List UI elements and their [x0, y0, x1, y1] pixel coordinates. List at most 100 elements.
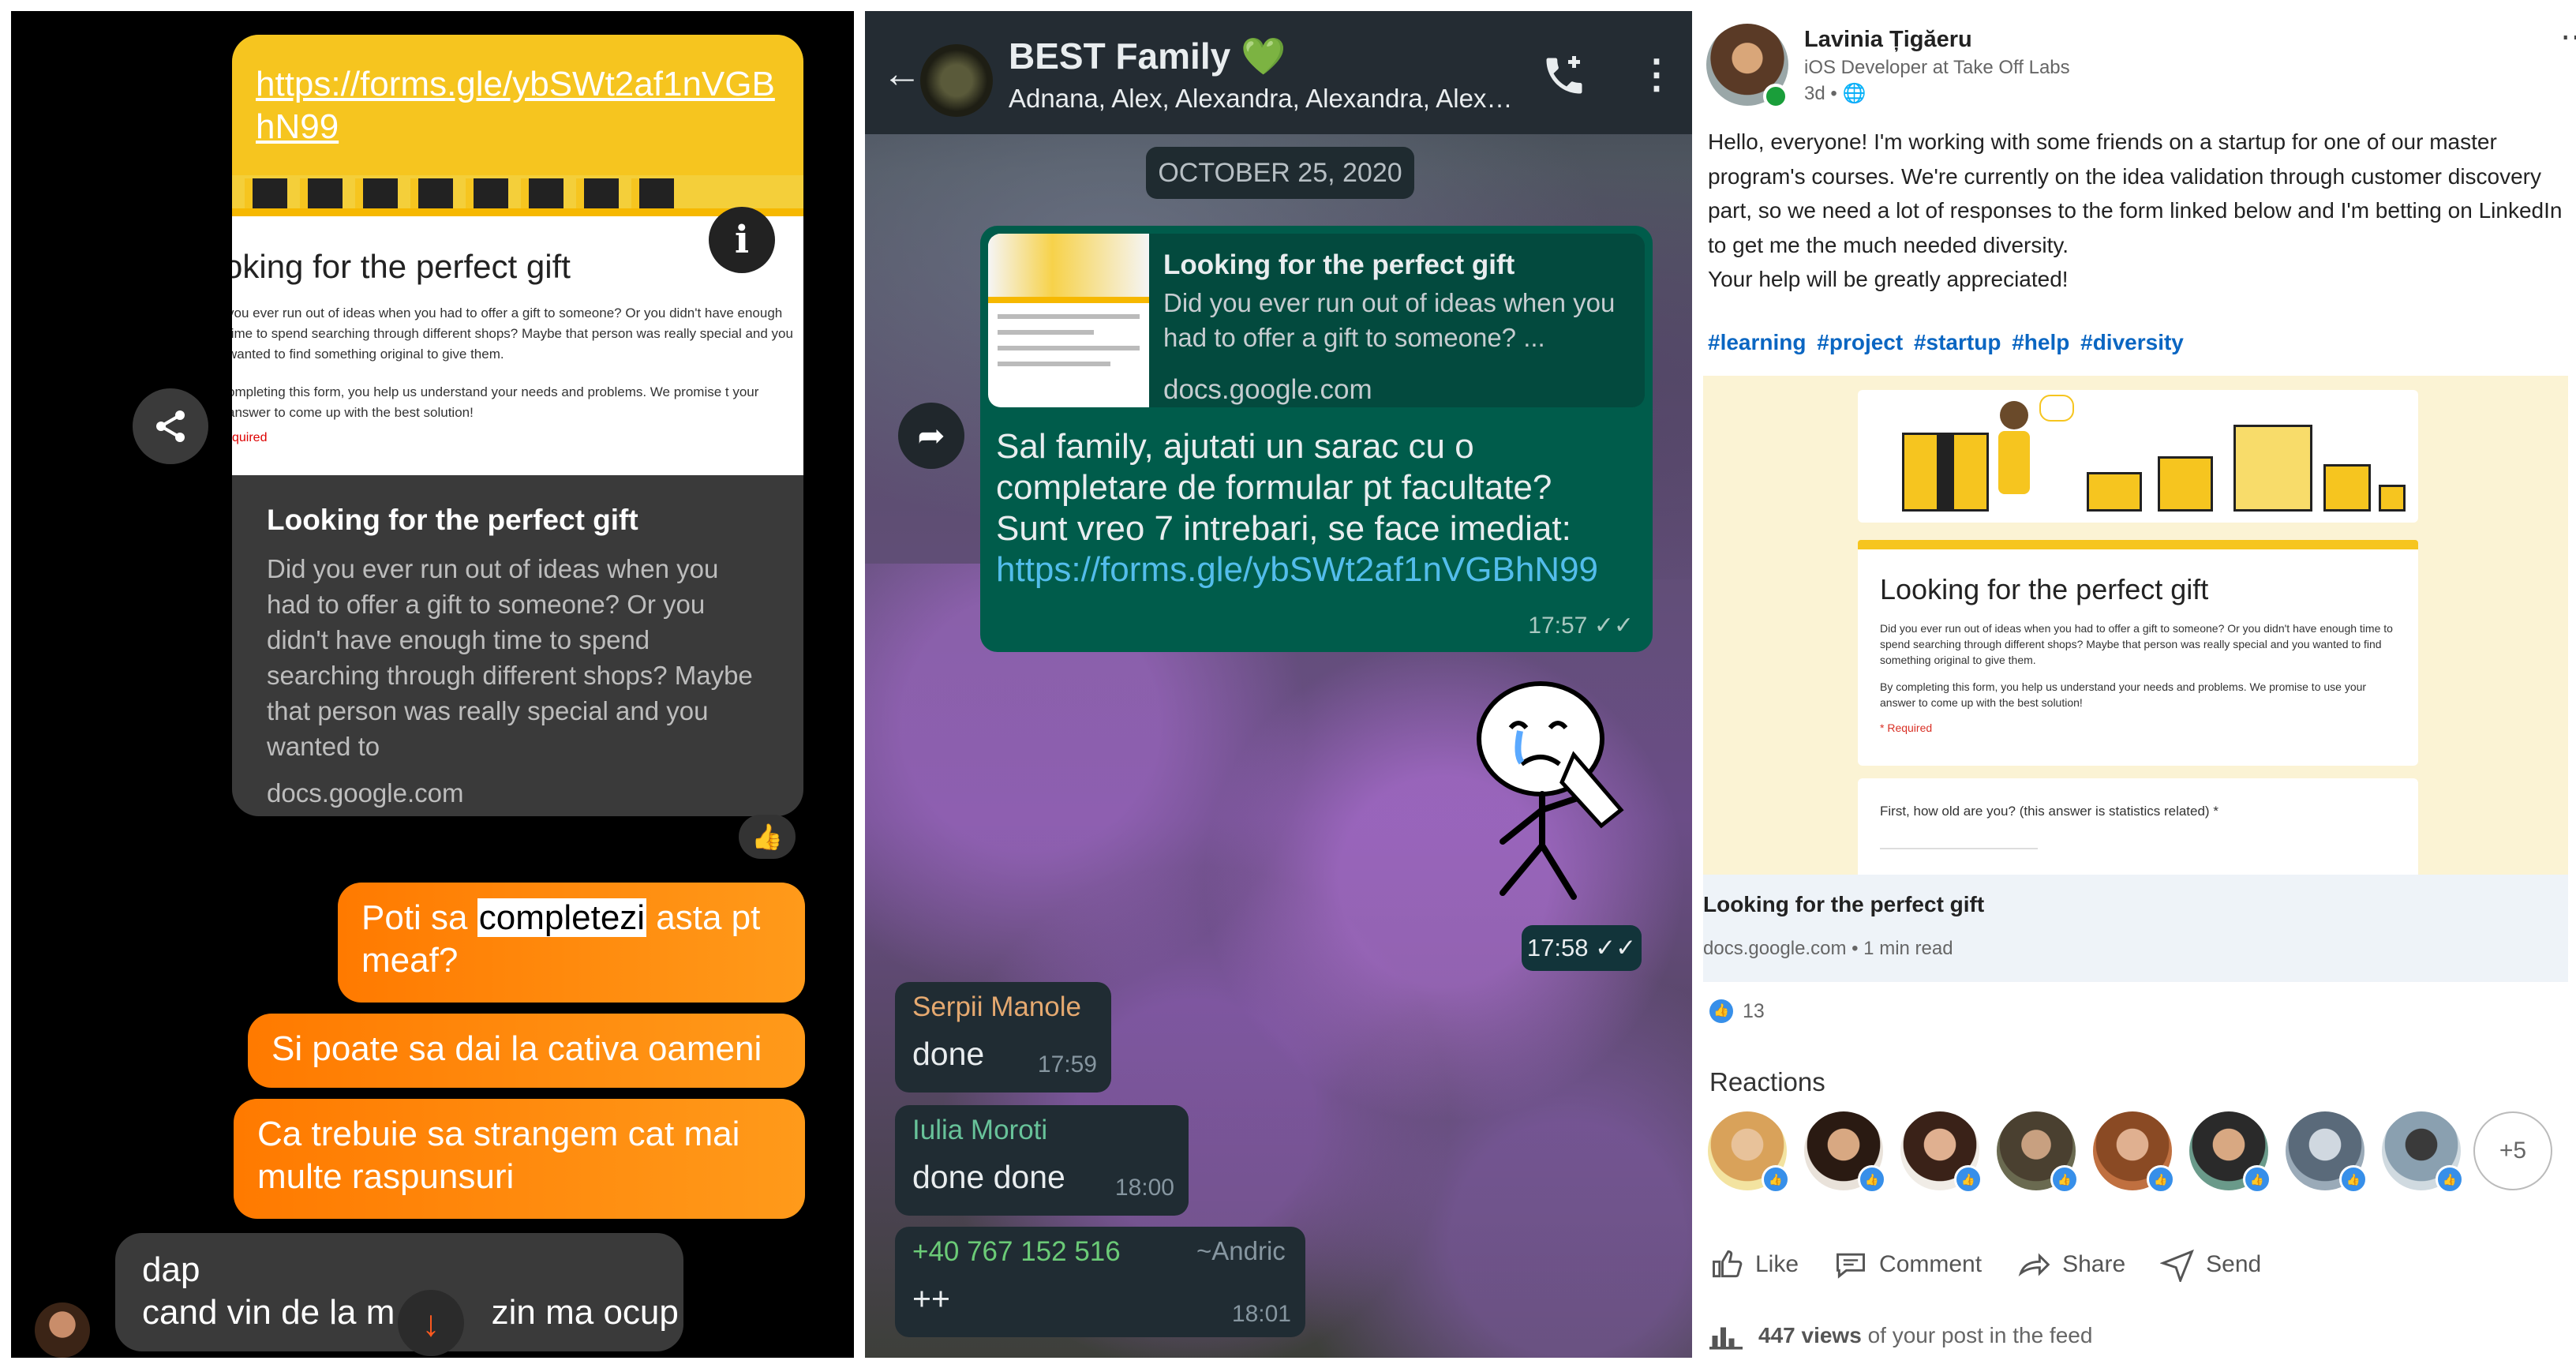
selected-word: completezi — [477, 898, 647, 937]
link-preview[interactable]: Looking for the perfect gift Did you eve… — [988, 234, 1645, 407]
crying-stickman-sticker[interactable] — [1455, 676, 1637, 905]
double-check-icon: ✓✓ — [1593, 613, 1634, 639]
group-avatar[interactable] — [920, 44, 993, 117]
info-icon[interactable]: i — [709, 207, 775, 273]
post-actions: Like Comment Share Send — [1709, 1247, 2570, 1282]
author-name[interactable]: Lavinia Țigăeru — [1804, 27, 1972, 53]
message-bubble[interactable]: Si poate sa dai la cativa oameni — [248, 1014, 805, 1088]
incoming-message[interactable]: +40 767 152 516 ~Andric ++ 18:01 — [895, 1227, 1305, 1337]
sender-alias: ~Andric — [1196, 1236, 1286, 1265]
link-title: Looking for the perfect gift — [1163, 249, 1515, 280]
like-reaction-icon: 👍 — [1709, 999, 1733, 1023]
add-call-icon[interactable] — [1541, 52, 1588, 99]
message-text: Sal family, ajutati un sarac cu o comple… — [996, 426, 1627, 590]
reactor-avatar[interactable]: 👍 — [1708, 1111, 1790, 1194]
post-views[interactable]: 447 views of your post in the feed — [1709, 1321, 2092, 1350]
message-bubble[interactable]: Ca trebuie sa strangem cat mai multe ras… — [234, 1099, 805, 1219]
link-header: https://forms.gle/ybSWt2af1nVGBhN99 — [232, 35, 803, 175]
link-description: Did you ever run out of ideas when you h… — [267, 554, 753, 761]
scroll-down-arrow-icon[interactable]: ↓ — [398, 1290, 464, 1356]
like-badge-icon: 👍 — [2050, 1165, 2079, 1194]
reactor-avatar[interactable]: 👍 — [2093, 1111, 2175, 1194]
reactor-avatar[interactable]: 👍 — [1804, 1111, 1886, 1194]
incoming-message[interactable]: Serpii Manole done 17:59 — [895, 982, 1111, 1093]
message-text: Si poate sa dai la cativa oameni — [271, 1029, 762, 1068]
link-title: Looking for the perfect gift — [1703, 892, 1985, 916]
green-heart-icon: 💚 — [1240, 36, 1286, 77]
reactions-heading: Reactions — [1709, 1067, 1825, 1096]
reaction-count[interactable]: 👍 13 — [1709, 999, 1765, 1023]
post-hashtags[interactable]: #learning #project #startup #help #diver… — [1708, 330, 2184, 355]
link-description: Did you ever run out of ideas when you h… — [1163, 288, 1616, 352]
reactor-avatar[interactable]: 👍 — [2382, 1111, 2464, 1194]
message-text: done done — [912, 1159, 1065, 1195]
whatsapp-panel: ← BEST Family 💚 Adnana, Alex, Alexandra,… — [865, 11, 1692, 1358]
chat-header: ← BEST Family 💚 Adnana, Alex, Alexandra,… — [865, 11, 1692, 134]
sender-name[interactable]: Serpii Manole — [912, 991, 1081, 1023]
form-link[interactable]: https://forms.gle/ybSWt2af1nVGBhN99 — [996, 549, 1627, 590]
like-badge-icon: 👍 — [2436, 1165, 2464, 1194]
sender-phone[interactable]: +40 767 152 516 — [912, 1236, 1121, 1268]
comment-icon — [1837, 1253, 1866, 1279]
post-time: 3d • 🌐 — [1804, 83, 1866, 104]
thumbs-up-reaction[interactable]: 👍 — [739, 815, 796, 859]
reactor-avatar[interactable]: 👍 — [1900, 1111, 1983, 1194]
message-time: 17:59 — [1037, 1051, 1097, 1078]
message-bubble[interactable]: Poti sa completezi asta pt meaf? — [338, 883, 805, 1003]
link-title: Looking for the perfect gift — [267, 504, 638, 536]
group-members: Adnana, Alex, Alexandra, Alexandra, Alex… — [1009, 84, 1514, 113]
comment-button[interactable]: Comment — [1833, 1247, 1982, 1282]
message-text: ++ — [912, 1280, 950, 1317]
avatar[interactable] — [35, 1302, 90, 1358]
message-time: 17:57 ✓✓ — [1528, 613, 1634, 639]
form-link[interactable]: https://forms.gle/ybSWt2af1nVGBhN99 — [256, 63, 780, 148]
like-button[interactable]: Like — [1709, 1247, 1799, 1282]
preview-form-desc-2: ompleting this form, you help us underst… — [232, 384, 759, 420]
link-preview-image[interactable]: Looking for the perfect gift Did you eve… — [1703, 376, 2568, 875]
more-options-icon[interactable]: ⋯ — [2560, 19, 2576, 55]
form-title: Looking for the perfect gift — [1880, 573, 2209, 605]
form-required: * Required — [1880, 721, 1933, 734]
forward-icon[interactable]: ➦ — [898, 403, 964, 469]
outgoing-message[interactable]: Looking for the perfect gift Did you eve… — [980, 226, 1653, 652]
author-headline: iOS Developer at Take Off Labs — [1804, 57, 2070, 78]
shared-link-card[interactable]: https://forms.gle/ybSWt2af1nVGBhN99 okin… — [232, 35, 803, 816]
reactor-avatar[interactable]: 👍 — [1997, 1111, 2079, 1194]
like-badge-icon: 👍 — [1858, 1165, 1886, 1194]
form-description: Did you ever run out of ideas when you h… — [1880, 622, 2393, 666]
message-time: 18:01 — [1231, 1301, 1291, 1327]
form-description-2: By completing this form, you help us und… — [1880, 680, 2367, 709]
more-options-icon[interactable]: ⋮ — [1637, 52, 1676, 96]
form-header-illustration — [1858, 390, 2418, 523]
send-icon — [2160, 1249, 2195, 1282]
analytics-icon — [1709, 1327, 1743, 1350]
reactor-avatar[interactable]: 👍 — [2286, 1111, 2368, 1194]
message-time: 18:00 — [1114, 1175, 1174, 1201]
send-button[interactable]: Send — [2160, 1247, 2261, 1282]
back-arrow-icon[interactable]: ← — [882, 54, 922, 93]
reactors-list: 👍 👍 👍 👍 👍 👍 👍 👍 +5 — [1708, 1111, 2573, 1198]
reactor-avatar[interactable]: 👍 — [2189, 1111, 2271, 1194]
preview-required: quired — [232, 431, 268, 444]
message-text: Ca trebuie sa strangem cat mai multe ras… — [257, 1115, 740, 1196]
like-badge-icon: 👍 — [1954, 1165, 1983, 1194]
incoming-message[interactable]: Iulia Moroti done done 18:00 — [895, 1105, 1189, 1216]
chat-title[interactable]: BEST Family 💚 — [1009, 35, 1286, 78]
share-button[interactable]: Share — [2016, 1247, 2125, 1282]
like-badge-icon: 👍 — [2147, 1165, 2175, 1194]
like-badge-icon: 👍 — [2243, 1165, 2271, 1194]
preview-form-desc: you ever run out of ideas when you had t… — [232, 305, 793, 362]
message-text: done — [912, 1036, 985, 1072]
link-preview-image: oking for the perfect gift you ever run … — [232, 175, 803, 475]
messenger-panel: https://forms.gle/ybSWt2af1nVGBhN99 okin… — [11, 11, 854, 1358]
form-title-card: Looking for the perfect gift Did you eve… — [1858, 549, 2418, 766]
link-source: docs.google.com • 1 min read — [1703, 938, 1953, 959]
sender-name[interactable]: Iulia Moroti — [912, 1115, 1047, 1146]
message-text: dap — [142, 1250, 200, 1289]
more-reactors-button[interactable]: +5 — [2473, 1111, 2552, 1190]
link-preview-meta[interactable]: Looking for the perfect gift docs.google… — [1703, 875, 2568, 982]
online-status-dot — [1763, 84, 1788, 109]
message-text: Poti sa — [361, 898, 477, 937]
link-domain: docs.google.com — [1163, 374, 1372, 405]
share-icon[interactable] — [133, 388, 208, 464]
